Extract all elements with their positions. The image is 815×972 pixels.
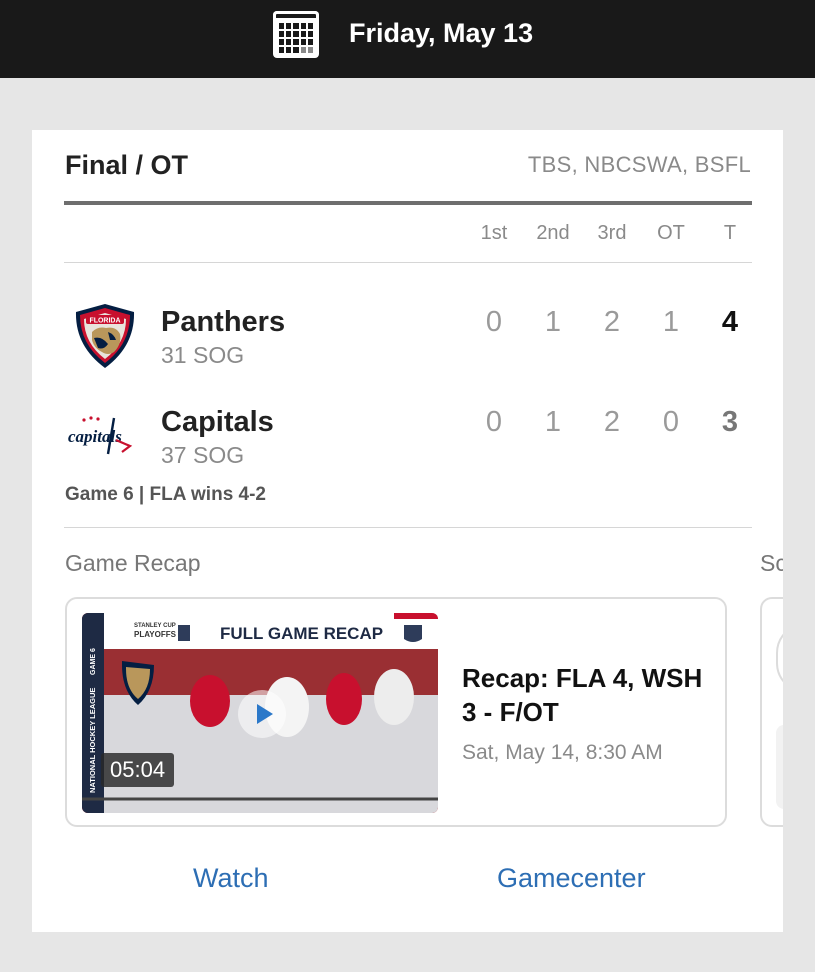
next-card-box [776, 725, 783, 809]
score-capitals-total: 3 [721, 406, 739, 438]
divider [64, 527, 752, 528]
section-title-game-recap: Game Recap [65, 550, 201, 576]
series-note: Game 6 | FLA wins 4-2 [65, 484, 267, 505]
capitals-logo-text: capitals [68, 427, 122, 446]
game-status: Final / OT [65, 150, 189, 180]
game-card: Final / OT TBS, NBCSWA, BSFL 1st 2nd 3rd… [32, 130, 783, 932]
score-capitals-1st: 0 [485, 406, 503, 438]
score-panthers-1st: 0 [485, 306, 503, 338]
next-card-circle [776, 623, 783, 693]
score-capitals-2nd: 1 [544, 406, 562, 438]
capitals-logo: capitals [68, 416, 133, 455]
section-title-next: Sc [760, 550, 783, 576]
gamecenter-link[interactable]: Gamecenter [497, 863, 646, 894]
recap-title[interactable]: Recap: FLA 4, WSH 3 - F/OT [462, 661, 712, 729]
thumbnail-badge-line1: STANLEY CUP [134, 623, 176, 629]
thumbnail-game-tag: GAME 6 [90, 648, 97, 675]
play-button-icon[interactable] [238, 690, 286, 738]
date-title[interactable]: Friday, May 13 [349, 18, 533, 49]
thumbnail-banner: FULL GAME RECAP [220, 624, 383, 643]
watch-link[interactable]: Watch [193, 863, 269, 894]
thumbnail-badge-line2: PLAYOFFS [134, 630, 177, 639]
period-header-3rd: 3rd [597, 222, 627, 244]
team-sog-capitals: 37 SOG [161, 442, 245, 468]
period-header-1st: 1st [480, 222, 508, 244]
score-panthers-ot: 1 [662, 306, 680, 338]
score-panthers-3rd: 2 [603, 306, 621, 338]
team-sog-panthers: 31 SOG [161, 342, 245, 368]
panthers-logo-text: FLORIDA [89, 318, 120, 325]
calendar-icon[interactable] [273, 11, 319, 58]
thumbnail-side-text: NATIONAL HOCKEY LEAGUE [88, 688, 97, 793]
video-duration: 05:04 [101, 753, 175, 787]
score-capitals-3rd: 2 [603, 406, 621, 438]
score-panthers-total: 4 [721, 306, 739, 338]
period-header-total: T [723, 222, 737, 244]
team-name-panthers[interactable]: Panthers [161, 306, 285, 339]
next-video-card-partial[interactable] [760, 597, 783, 827]
period-header-ot: OT [657, 222, 685, 244]
score-panthers-2nd: 1 [544, 306, 562, 338]
top-bar: Friday, May 13 [0, 0, 815, 78]
divider [64, 201, 752, 205]
recap-video-card[interactable]: NATIONAL HOCKEY LEAGUE GAME 6 STANLEY CU… [65, 597, 727, 827]
period-header-2nd: 2nd [536, 222, 570, 244]
broadcast-networks: TBS, NBCSWA, BSFL [527, 152, 751, 177]
panthers-logo: FLORIDA [75, 304, 135, 368]
score-capitals-ot: 0 [662, 406, 680, 438]
video-thumbnail[interactable]: NATIONAL HOCKEY LEAGUE GAME 6 STANLEY CU… [82, 613, 438, 813]
team-name-capitals[interactable]: Capitals [161, 406, 274, 439]
recap-date: Sat, May 14, 8:30 AM [462, 741, 663, 764]
divider [64, 262, 752, 263]
